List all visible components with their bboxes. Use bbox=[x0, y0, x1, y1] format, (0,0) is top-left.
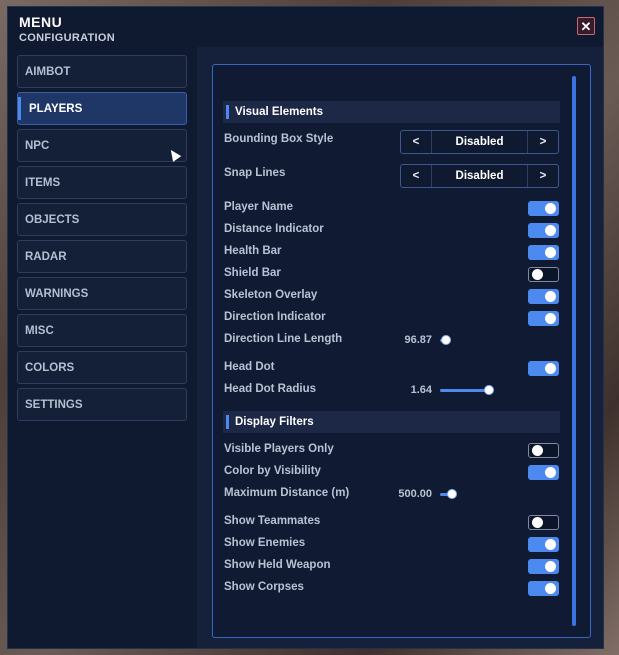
head-dot-label: Head Dot bbox=[224, 361, 275, 373]
window-header: MENU CONFIGURATION ✕ bbox=[8, 7, 603, 49]
section-display-filters: Display Filters bbox=[223, 411, 560, 433]
shield-bar-label: Shield Bar bbox=[224, 267, 281, 279]
show-teammates-label: Show Teammates bbox=[224, 515, 321, 527]
player-name-label: Player Name bbox=[224, 201, 294, 213]
nav-item-radar[interactable]: RADAR bbox=[17, 240, 187, 273]
bounding-box-value: Disabled bbox=[455, 136, 504, 148]
menu-title: MENU bbox=[19, 14, 63, 30]
show-teammates-toggle[interactable] bbox=[528, 515, 559, 530]
player-name-toggle[interactable] bbox=[528, 201, 559, 216]
maximum-distance-slider[interactable] bbox=[440, 489, 500, 499]
nav-item-players[interactable]: PLAYERS bbox=[17, 92, 187, 125]
snap-lines-prev-button[interactable]: < bbox=[401, 165, 432, 187]
show-enemies-label: Show Enemies bbox=[224, 537, 306, 549]
snap-lines-selector: < Disabled > bbox=[400, 164, 559, 188]
snap-lines-label: Snap Lines bbox=[224, 167, 286, 179]
skeleton-overlay-toggle[interactable] bbox=[528, 289, 559, 304]
menu-subtitle: CONFIGURATION bbox=[19, 32, 115, 44]
toggle-knob bbox=[545, 539, 556, 550]
direction-indicator-toggle[interactable] bbox=[528, 311, 559, 326]
color-by-visibility-label: Color by Visibility bbox=[224, 465, 321, 477]
head-dot-radius-value: 1.64 bbox=[410, 384, 432, 396]
category-sidebar: AIMBOT PLAYERS NPC ITEMS OBJECTS RADAR W… bbox=[17, 55, 187, 425]
distance-indicator-toggle[interactable] bbox=[528, 223, 559, 238]
slider-thumb[interactable] bbox=[484, 385, 495, 395]
nav-item-colors[interactable]: COLORS bbox=[17, 351, 187, 384]
health-bar-toggle[interactable] bbox=[528, 245, 559, 260]
nav-item-items[interactable]: ITEMS bbox=[17, 166, 187, 199]
show-corpses-label: Show Corpses bbox=[224, 581, 304, 593]
color-by-visibility-toggle[interactable] bbox=[528, 465, 559, 480]
slider-thumb[interactable] bbox=[447, 489, 457, 499]
visible-players-only-toggle[interactable] bbox=[528, 443, 559, 458]
toggle-knob bbox=[545, 363, 556, 374]
visible-players-only-label: Visible Players Only bbox=[224, 443, 334, 455]
shield-bar-toggle[interactable] bbox=[528, 267, 559, 282]
direction-line-length-slider[interactable] bbox=[440, 335, 500, 345]
section-visual-elements: Visual Elements bbox=[223, 101, 560, 123]
panel-scrollbar[interactable] bbox=[572, 76, 576, 626]
toggle-knob bbox=[545, 467, 556, 478]
toggle-knob bbox=[545, 583, 556, 594]
toggle-knob bbox=[545, 291, 556, 302]
toggle-knob bbox=[545, 561, 556, 572]
slider-thumb[interactable] bbox=[441, 335, 451, 345]
bounding-box-next-button[interactable]: > bbox=[527, 131, 558, 153]
close-button[interactable]: ✕ bbox=[577, 17, 595, 35]
nav-item-misc[interactable]: MISC bbox=[17, 314, 187, 347]
direction-line-length-value: 96.87 bbox=[404, 334, 432, 346]
nav-item-warnings[interactable]: WARNINGS bbox=[17, 277, 187, 310]
toggle-knob bbox=[545, 203, 556, 214]
bounding-box-style-label: Bounding Box Style bbox=[224, 133, 334, 145]
show-held-weapon-label: Show Held Weapon bbox=[224, 559, 331, 571]
head-dot-radius-slider[interactable] bbox=[440, 385, 500, 395]
nav-item-settings[interactable]: SETTINGS bbox=[17, 388, 187, 421]
head-dot-toggle[interactable] bbox=[528, 361, 559, 376]
toggle-knob bbox=[545, 225, 556, 236]
toggle-knob bbox=[545, 247, 556, 258]
show-enemies-toggle[interactable] bbox=[528, 537, 559, 552]
health-bar-label: Health Bar bbox=[224, 245, 282, 257]
direction-indicator-label: Direction Indicator bbox=[224, 311, 326, 323]
toggle-knob bbox=[532, 445, 543, 456]
direction-line-length-label: Direction Line Length bbox=[224, 333, 343, 345]
snap-lines-value: Disabled bbox=[455, 170, 504, 182]
maximum-distance-label: Maximum Distance (m) bbox=[224, 487, 350, 499]
skeleton-overlay-label: Skeleton Overlay bbox=[224, 289, 318, 301]
toggle-knob bbox=[532, 269, 543, 280]
show-corpses-toggle[interactable] bbox=[528, 581, 559, 596]
toggle-knob bbox=[545, 313, 556, 324]
snap-lines-next-button[interactable]: > bbox=[527, 165, 558, 187]
bounding-box-prev-button[interactable]: < bbox=[401, 131, 432, 153]
slider-track bbox=[440, 389, 490, 392]
nav-item-aimbot[interactable]: AIMBOT bbox=[17, 55, 187, 88]
head-dot-radius-label: Head Dot Radius bbox=[224, 383, 317, 395]
menu-window: MENU CONFIGURATION ✕ AIMBOT PLAYERS NPC … bbox=[7, 6, 604, 649]
distance-indicator-label: Distance Indicator bbox=[224, 223, 324, 235]
bounding-box-style-selector: < Disabled > bbox=[400, 130, 559, 154]
show-held-weapon-toggle[interactable] bbox=[528, 559, 559, 574]
nav-item-npc[interactable]: NPC bbox=[17, 129, 187, 162]
toggle-knob bbox=[532, 517, 543, 528]
maximum-distance-value: 500.00 bbox=[398, 488, 432, 500]
nav-item-objects[interactable]: OBJECTS bbox=[17, 203, 187, 236]
